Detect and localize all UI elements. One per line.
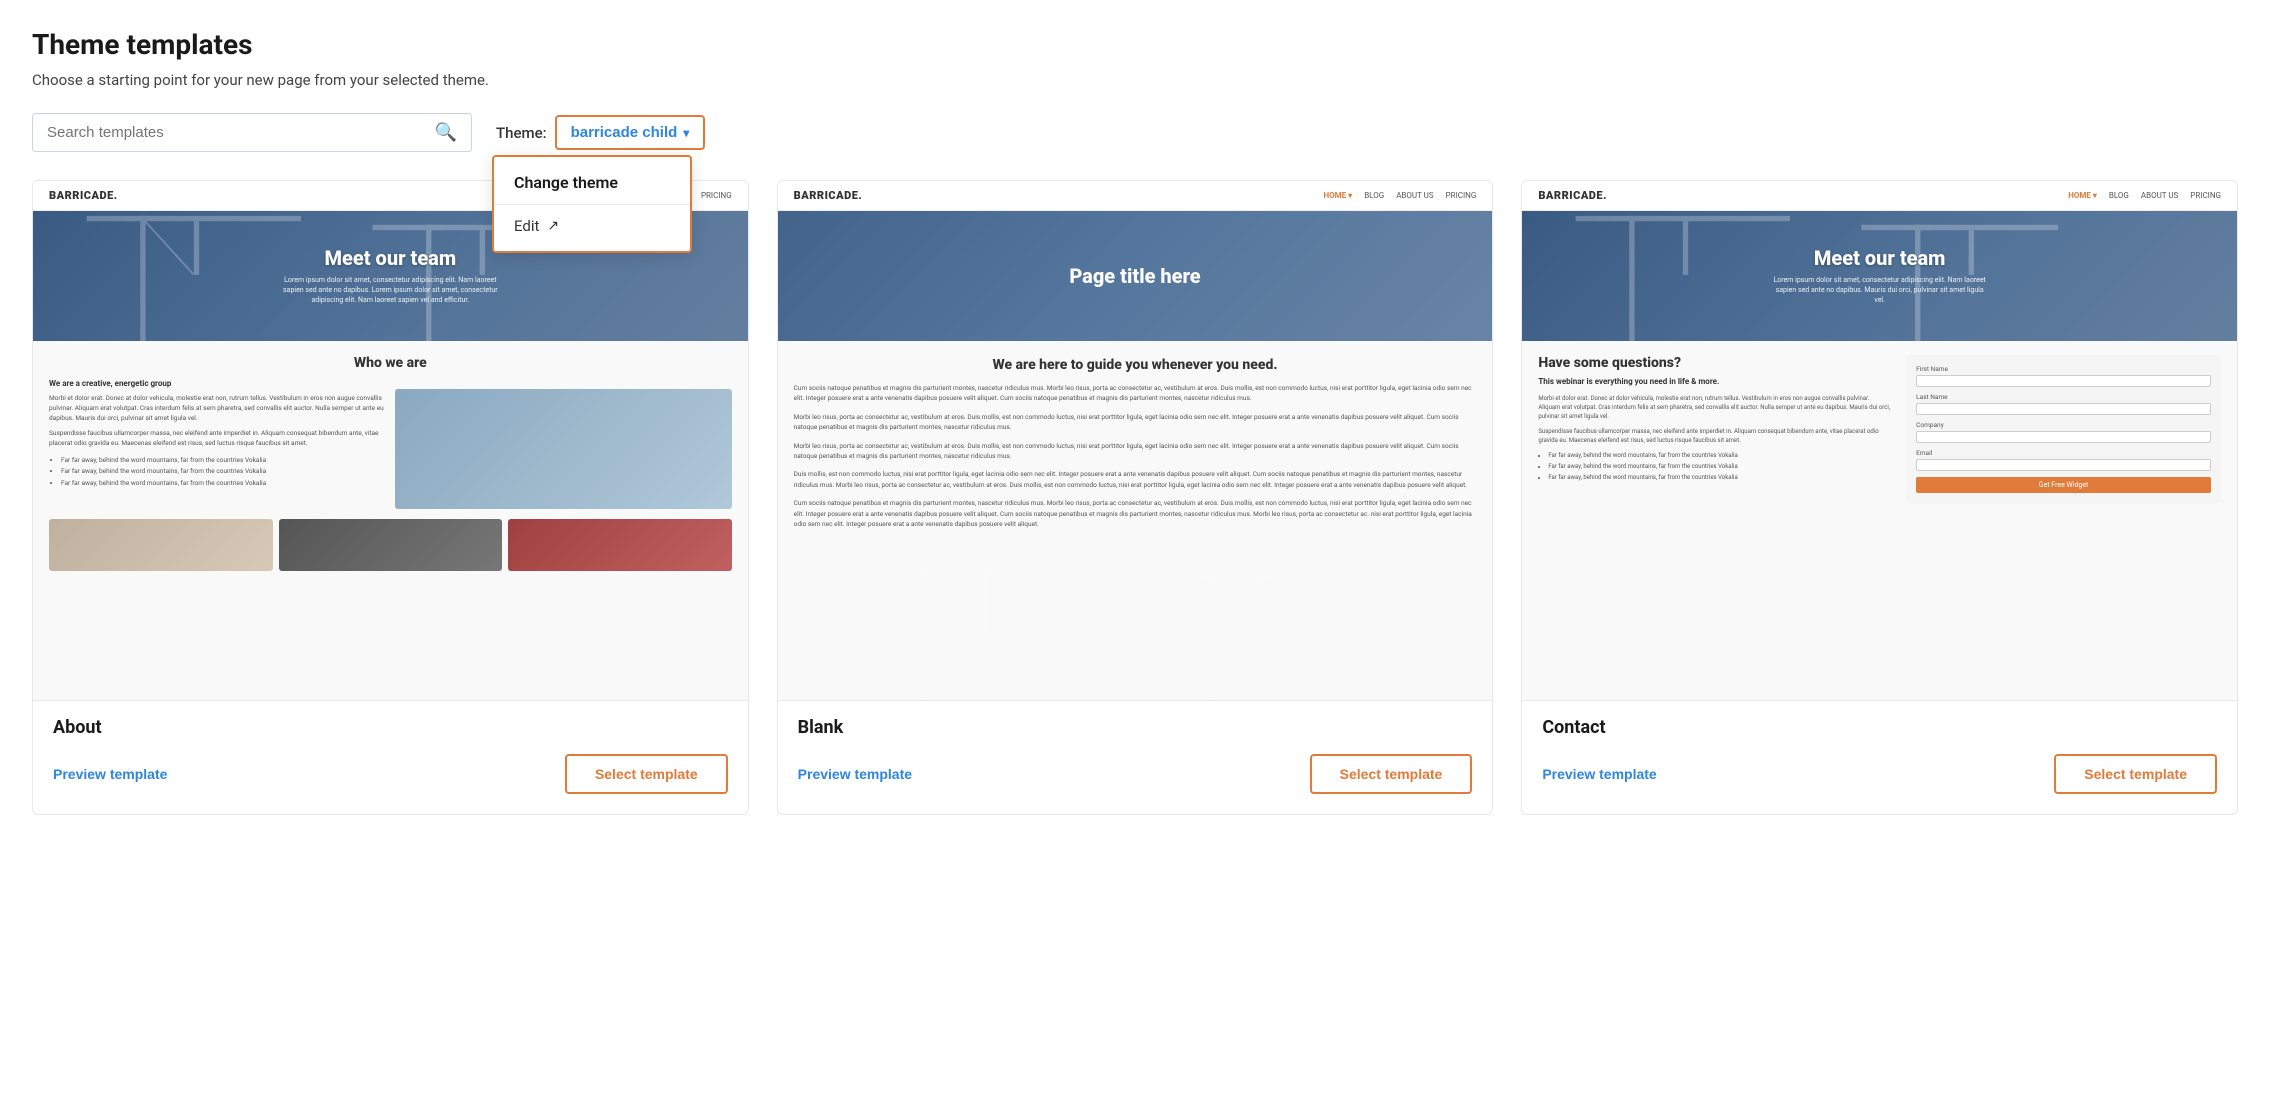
mock-section-subtitle: We are a creative, energetic group: [49, 379, 385, 388]
select-template-blank-button[interactable]: Select template: [1310, 754, 1473, 794]
mock-blank-text-1: Cum sociis natoque penatibus et magnis d…: [794, 383, 1477, 404]
mock-blank-text-5: Cum sociis natoque penatibus et magnis d…: [794, 498, 1477, 529]
mock-bullet-2: Far far away, behind the word mountains,…: [61, 466, 385, 478]
mock-body-about: Who we are We are a creative, energetic …: [33, 341, 748, 585]
template-card-about: BARRICADE. HOME ▾ BLOG ABOUT US PRICING: [32, 180, 749, 815]
page-subtitle: Choose a starting point for your new pag…: [32, 71, 2238, 89]
mock-contact-bullet-1: Far far away, behind the word mountains,…: [1548, 451, 1892, 462]
mock-contact-form: First Name Last Name Company Email Get F…: [1906, 355, 2221, 503]
mock-nav-about-blank: ABOUT US: [1396, 191, 1433, 200]
mock-contact-bullets: Far far away, behind the word mountains,…: [1548, 451, 1892, 483]
mock-nav-blog-blank: BLOG: [1364, 191, 1384, 200]
mock-contact-subtitle: This webinar is everything you need in l…: [1538, 377, 1892, 386]
mock-col-left: We are a creative, energetic group Morbi…: [49, 379, 385, 509]
template-card-contact: BARRICADE. HOME ▾ BLOG ABOUT US PRICING: [1521, 180, 2238, 815]
mock-photos-row: [49, 519, 732, 571]
mock-photo-c: [508, 519, 732, 571]
search-wrapper: 🔍: [32, 113, 472, 152]
mock-contact-left: Have some questions? This webinar is eve…: [1538, 355, 1892, 503]
template-footer-contact: Contact Preview template Select template: [1522, 701, 2237, 814]
mock-nav-pricing-blank: PRICING: [1446, 191, 1477, 200]
theme-popup: Change theme Edit ↗︎: [492, 155, 692, 253]
template-preview-blank: BARRICADE. HOME ▾ BLOG ABOUT US PRICING: [778, 181, 1493, 701]
preview-template-about-button[interactable]: Preview template: [53, 766, 167, 782]
edit-label: Edit: [514, 217, 539, 235]
mock-body-contact: Have some questions? This webinar is eve…: [1522, 341, 2237, 517]
chevron-down-icon: ▾: [683, 126, 689, 140]
theme-label: Theme:: [496, 124, 547, 142]
mock-blank-text-4: Duis mollis, est non commodo luctus, nis…: [794, 469, 1477, 490]
mock-form-label-firstname: First Name: [1916, 365, 2211, 373]
mock-contact-bullet-2: Far far away, behind the word mountains,…: [1548, 462, 1892, 473]
theme-selector: Theme: barricade child ▾: [496, 115, 705, 150]
mock-body-blank: We are here to guide you whenever you ne…: [778, 341, 1493, 553]
mock-col-right: [395, 379, 731, 509]
mock-form-label-lastname: Last Name: [1916, 393, 2211, 401]
mock-text-2: Suspendisse faucibus ullamcorper massa, …: [49, 429, 385, 449]
mock-photo-a: [49, 519, 273, 571]
mock-hero-contact: Meet our team Lorem ipsum dolor sit amet…: [1522, 211, 2237, 341]
mock-contact-title: Have some questions?: [1538, 355, 1892, 371]
mock-contact-text-2: Suspendisse faucibus ullamcorper massa, …: [1538, 427, 1892, 445]
template-actions-contact: Preview template Select template: [1542, 754, 2217, 794]
mock-photo-1: [395, 389, 731, 509]
mock-hero-title-blank: Page title here: [1069, 264, 1200, 288]
template-footer-about: About Preview template Select template: [33, 701, 748, 814]
mock-form-field-firstname: [1916, 375, 2211, 387]
preview-template-contact-button[interactable]: Preview template: [1542, 766, 1656, 782]
mock-hero-blank: Page title here: [778, 211, 1493, 341]
mock-bullet-3: Far far away, behind the word mountains,…: [61, 478, 385, 490]
page-title: Theme templates: [32, 28, 2238, 61]
template-name-about: About: [53, 717, 728, 738]
mock-contact-text-1: Morbi et dolor erat. Donec at dolor vehi…: [1538, 394, 1892, 421]
mock-section-title: Who we are: [49, 355, 732, 371]
mock-form-field-company: [1916, 431, 2211, 443]
preview-template-blank-button[interactable]: Preview template: [798, 766, 912, 782]
toolbar: 🔍 Theme: barricade child ▾ Change theme …: [32, 113, 2238, 152]
mock-two-col: We are a creative, energetic group Morbi…: [49, 379, 732, 509]
select-template-about-button[interactable]: Select template: [565, 754, 728, 794]
template-preview-about: BARRICADE. HOME ▾ BLOG ABOUT US PRICING: [33, 181, 748, 701]
change-theme-item[interactable]: Change theme: [494, 161, 690, 204]
search-input[interactable]: [47, 124, 427, 141]
template-grid: BARRICADE. HOME ▾ BLOG ABOUT US PRICING: [32, 180, 2238, 815]
mock-form-field-email: [1916, 459, 2211, 471]
mock-nav-blank: BARRICADE. HOME ▾ BLOG ABOUT US PRICING: [778, 181, 1493, 211]
template-name-contact: Contact: [1542, 717, 2217, 738]
search-icon[interactable]: 🔍: [435, 122, 457, 143]
mock-blank-text-2: Morbi leo risus, porta ac consectetur ac…: [794, 412, 1477, 433]
mock-blank-section-title: We are here to guide you whenever you ne…: [794, 357, 1477, 373]
mock-blank-text-3: Morbi leo risus, porta ac consectetur ac…: [794, 441, 1477, 462]
change-theme-label: Change theme: [514, 173, 618, 192]
edit-theme-item[interactable]: Edit ↗︎: [494, 205, 690, 247]
mock-form-label-email: Email: [1916, 449, 2211, 457]
template-footer-blank: Blank Preview template Select template: [778, 701, 1493, 814]
mock-bullets: Far far away, behind the word mountains,…: [61, 455, 385, 490]
mock-form-field-lastname: [1916, 403, 2211, 415]
mock-nav-home-blank: HOME ▾: [1324, 191, 1353, 200]
external-link-icon: ↗︎: [547, 218, 559, 234]
mock-photos: [395, 389, 731, 509]
mock-hero-text-contact: Lorem ipsum dolor sit amet, consectetur …: [1770, 276, 1990, 305]
template-preview-contact: BARRICADE. HOME ▾ BLOG ABOUT US PRICING: [1522, 181, 2237, 701]
mock-contact-bullet-3: Far far away, behind the word mountains,…: [1548, 473, 1892, 484]
mock-brand-blank: BARRICADE.: [794, 189, 863, 202]
mock-form-label-company: Company: [1916, 421, 2211, 429]
mock-text-1: Morbi et dolor erat. Donec at dolor vehi…: [49, 394, 385, 423]
mock-nav-links-blank: HOME ▾ BLOG ABOUT US PRICING: [1324, 191, 1477, 200]
select-template-contact-button[interactable]: Select template: [2054, 754, 2217, 794]
template-card-blank: BARRICADE. HOME ▾ BLOG ABOUT US PRICING: [777, 180, 1494, 815]
mock-photo-b: [279, 519, 503, 571]
mock-hero-title: Meet our team: [325, 246, 457, 270]
mock-bullet-1: Far far away, behind the word mountains,…: [61, 455, 385, 467]
mock-form-submit: Get Free Widget: [1916, 477, 2211, 493]
template-name-blank: Blank: [798, 717, 1473, 738]
mock-hero-title-contact: Meet our team: [1814, 246, 1946, 270]
template-actions-about: Preview template Select template: [53, 754, 728, 794]
theme-dropdown-button[interactable]: barricade child ▾: [555, 115, 706, 150]
mock-hero-text: Lorem ipsum dolor sit amet, consectetur …: [280, 276, 500, 305]
theme-value: barricade child: [571, 124, 678, 141]
template-actions-blank: Preview template Select template: [798, 754, 1473, 794]
